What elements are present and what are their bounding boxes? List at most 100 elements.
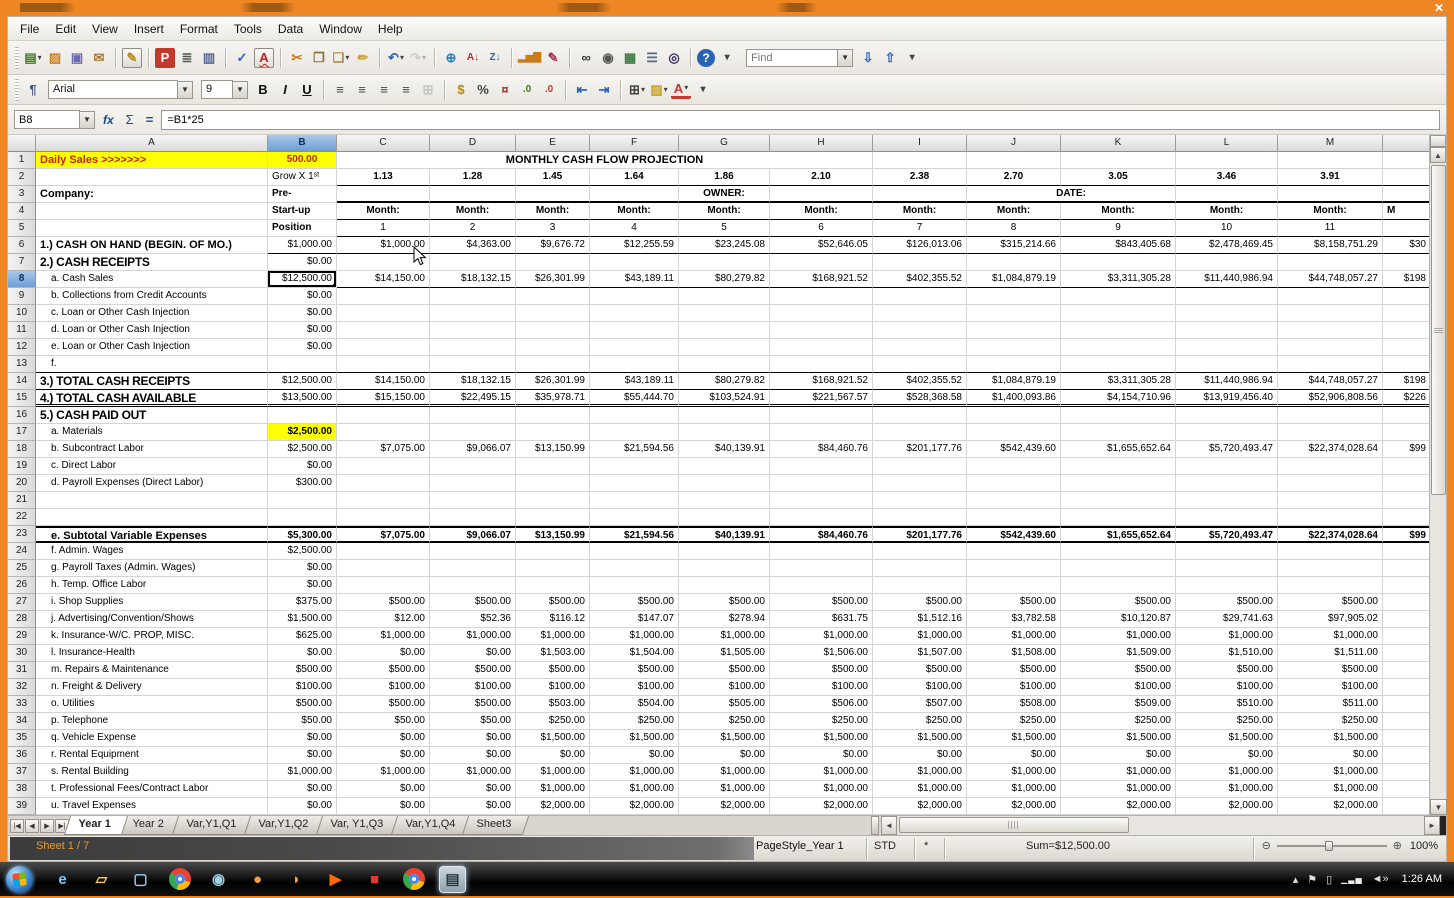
cell-L2[interactable]: 3.46 (1176, 169, 1278, 186)
cell-D36[interactable]: $0.00 (430, 747, 516, 764)
cell-I24[interactable] (873, 543, 967, 560)
cell-K17[interactable] (1061, 424, 1176, 441)
cell-I2[interactable]: 2.38 (873, 169, 967, 186)
file-explorer-icon[interactable]: ▱ (88, 866, 115, 893)
cell-I29[interactable]: $1,000.00 (873, 628, 967, 645)
cell-M30[interactable]: $1,511.00 (1278, 645, 1383, 662)
borders-dropdown-icon[interactable]: ▾ (641, 86, 645, 94)
row-header-20[interactable]: 20 (8, 475, 36, 492)
cell-K8[interactable]: $3,311,305.28 (1061, 271, 1176, 288)
cell-B32[interactable]: $100.00 (268, 679, 337, 696)
cell-F34[interactable]: $250.00 (590, 713, 679, 730)
cell-B28[interactable]: $1,500.00 (268, 611, 337, 628)
cell-B15[interactable]: $13,500.00 (268, 390, 337, 407)
cell-D6[interactable]: $4,363.00 (430, 237, 516, 254)
scroll-down-icon[interactable]: ▼ (1430, 799, 1447, 815)
cell-J32[interactable]: $100.00 (967, 679, 1061, 696)
cell-F21[interactable] (590, 492, 679, 509)
cell-E10[interactable] (516, 305, 590, 322)
cell-N20[interactable] (1383, 475, 1429, 492)
cell-N10[interactable] (1383, 305, 1429, 322)
cell-A10[interactable]: c. Loan or Other Cash Injection (36, 305, 268, 322)
cell-H35[interactable]: $1,500.00 (770, 730, 873, 747)
cell-G17[interactable] (679, 424, 770, 441)
row-header-32[interactable]: 32 (8, 679, 36, 696)
cell-L4[interactable]: Month: (1176, 203, 1278, 220)
row-header-18[interactable]: 18 (8, 441, 36, 458)
cell-E24[interactable] (516, 543, 590, 560)
cell-N13[interactable] (1383, 356, 1429, 373)
cell-L27[interactable]: $500.00 (1176, 594, 1278, 611)
cell-L31[interactable]: $500.00 (1176, 662, 1278, 679)
font-size-dropdown-icon[interactable]: ▼ (233, 81, 248, 99)
cell-N38[interactable] (1383, 781, 1429, 798)
cell-M1[interactable] (1278, 152, 1383, 169)
cell-K24[interactable] (1061, 543, 1176, 560)
cell-D11[interactable] (430, 322, 516, 339)
cell-C17[interactable] (337, 424, 430, 441)
cell-F36[interactable]: $0.00 (590, 747, 679, 764)
cell-K34[interactable]: $250.00 (1061, 713, 1176, 730)
row-header-33[interactable]: 33 (8, 696, 36, 713)
cell-B37[interactable]: $1,000.00 (268, 764, 337, 781)
cell-M14[interactable]: $44,748,057.27 (1278, 373, 1383, 390)
cell-B18[interactable]: $2,500.00 (268, 441, 337, 458)
video-player-orange-icon[interactable]: ▶ (322, 866, 349, 893)
cell-N7[interactable] (1383, 254, 1429, 271)
cell-K26[interactable] (1061, 577, 1176, 594)
align-right-icon[interactable]: ≡ (374, 80, 394, 100)
cell-L18[interactable]: $5,720,493.47 (1176, 441, 1278, 458)
cell-G8[interactable]: $80,279.82 (679, 271, 770, 288)
cell-E38[interactable]: $1,000.00 (516, 781, 590, 798)
row-header-16[interactable]: 16 (8, 407, 36, 424)
cell-H19[interactable] (770, 458, 873, 475)
cell-A8[interactable]: a. Cash Sales (36, 271, 268, 288)
cell-K39[interactable]: $2,000.00 (1061, 798, 1176, 815)
cell-C10[interactable] (337, 305, 430, 322)
cell-D24[interactable] (430, 543, 516, 560)
open-document-icon[interactable]: ▨ (45, 48, 65, 68)
row-header-29[interactable]: 29 (8, 628, 36, 645)
cell-J17[interactable] (967, 424, 1061, 441)
cell-G4[interactable]: Month: (679, 203, 770, 220)
cell-N22[interactable] (1383, 509, 1429, 526)
cell-A3[interactable]: Company: (36, 186, 268, 203)
cell-K35[interactable]: $1,500.00 (1061, 730, 1176, 747)
row-header-8[interactable]: 8 (8, 271, 36, 288)
font-color-icon[interactable]: A▾ (671, 81, 691, 99)
formatting-toolbar-grip[interactable] (15, 79, 19, 101)
cell-M6[interactable]: $8,158,751.29 (1278, 237, 1383, 254)
cell-L1[interactable] (1176, 152, 1278, 169)
cell-I38[interactable]: $1,000.00 (873, 781, 967, 798)
cell-G15[interactable]: $103,524.91 (679, 390, 770, 407)
cell-K2[interactable]: 3.05 (1061, 169, 1176, 186)
cell-B6[interactable]: $1,000.00 (268, 237, 337, 254)
equals-icon[interactable]: = (142, 112, 158, 127)
cell-B3[interactable]: Pre- (268, 186, 337, 203)
autospellcheck-toggle-icon[interactable]: A (254, 48, 274, 68)
cell-G31[interactable]: $500.00 (679, 662, 770, 679)
cell-H29[interactable]: $1,000.00 (770, 628, 873, 645)
next-sheet-icon[interactable]: ▶ (40, 819, 54, 833)
cell-B8[interactable]: $12,500.00 (268, 271, 337, 288)
cell-E3[interactable] (516, 186, 590, 203)
cell-I7[interactable] (873, 254, 967, 271)
cell-E30[interactable]: $1,503.00 (516, 645, 590, 662)
cell-G3[interactable]: OWNER: (679, 186, 770, 203)
number-format-standard-icon[interactable]: ¤ (495, 80, 515, 100)
redo-dropdown-icon[interactable]: ▾ (422, 54, 426, 62)
sort-descending-icon[interactable]: Z↓ (485, 48, 505, 68)
cell-H5[interactable]: 6 (770, 220, 873, 237)
cell-L29[interactable]: $1,000.00 (1176, 628, 1278, 645)
find-input[interactable] (746, 49, 838, 67)
cell-B39[interactable]: $0.00 (268, 798, 337, 815)
cell-F28[interactable]: $147.07 (590, 611, 679, 628)
cell-G24[interactable] (679, 543, 770, 560)
cell-I36[interactable]: $0.00 (873, 747, 967, 764)
cell-D21[interactable] (430, 492, 516, 509)
cell-M19[interactable] (1278, 458, 1383, 475)
cell-M39[interactable]: $2,000.00 (1278, 798, 1383, 815)
cell-N12[interactable] (1383, 339, 1429, 356)
cell-G33[interactable]: $505.00 (679, 696, 770, 713)
cell-A11[interactable]: d. Loan or Other Cash Injection (36, 322, 268, 339)
